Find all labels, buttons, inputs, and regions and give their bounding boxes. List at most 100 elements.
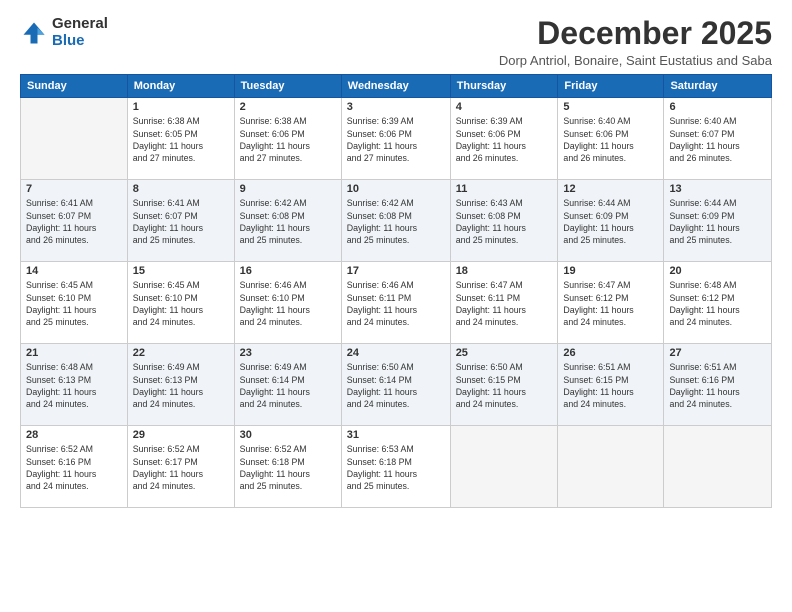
day-info: Sunrise: 6:38 AM Sunset: 6:06 PM Dayligh… <box>240 115 336 164</box>
location-subtitle: Dorp Antriol, Bonaire, Saint Eustatius a… <box>499 53 772 68</box>
day-number: 8 <box>133 183 229 195</box>
header-monday: Monday <box>127 75 234 98</box>
day-info: Sunrise: 6:44 AM Sunset: 6:09 PM Dayligh… <box>563 197 658 246</box>
day-number: 12 <box>563 183 658 195</box>
day-info: Sunrise: 6:40 AM Sunset: 6:07 PM Dayligh… <box>669 115 766 164</box>
table-row <box>558 426 664 508</box>
table-row <box>450 426 558 508</box>
logo-text: General Blue <box>52 16 108 49</box>
table-row: 9 Sunrise: 6:42 AM Sunset: 6:08 PM Daylig… <box>234 180 341 262</box>
day-number: 3 <box>347 101 445 113</box>
day-number: 26 <box>563 347 658 359</box>
day-number: 27 <box>669 347 766 359</box>
day-info: Sunrise: 6:52 AM Sunset: 6:16 PM Dayligh… <box>26 443 122 492</box>
header-tuesday: Tuesday <box>234 75 341 98</box>
table-row: 16Sunrise: 6:46 AM Sunset: 6:10 PM Dayli… <box>234 262 341 344</box>
header: General Blue December 2025 Dorp Antriol,… <box>20 16 772 68</box>
table-row: 12 Sunrise: 6:44 AM Sunset: 6:09 PM Dayli… <box>558 180 664 262</box>
day-number: 28 <box>26 429 122 441</box>
day-info: Sunrise: 6:46 AM Sunset: 6:10 PM Dayligh… <box>240 279 336 328</box>
day-info: Sunrise: 6:49 AM Sunset: 6:14 PM Dayligh… <box>240 361 336 410</box>
table-row: 13Sunrise: 6:44 AM Sunset: 6:09 PM Dayli… <box>664 180 772 262</box>
header-saturday: Saturday <box>664 75 772 98</box>
table-row: 2Sunrise: 6:38 AM Sunset: 6:06 PM Daylig… <box>234 98 341 180</box>
day-number: 7 <box>26 183 122 195</box>
table-row: 14 Sunrise: 6:45 AM Sunset: 6:10 PM Dayli… <box>21 262 128 344</box>
day-number: 6 <box>669 101 766 113</box>
table-row: 23Sunrise: 6:49 AM Sunset: 6:14 PM Dayli… <box>234 344 341 426</box>
day-number: 25 <box>456 347 553 359</box>
day-info: Sunrise: 6:48 AM Sunset: 6:13 PM Dayligh… <box>26 361 122 410</box>
day-info: Sunrise: 6:48 AM Sunset: 6:12 PM Dayligh… <box>669 279 766 328</box>
table-row: 17 Sunrise: 6:46 AM Sunset: 6:11 PM Dayli… <box>341 262 450 344</box>
calendar-week-row: 7 Sunrise: 6:41 AM Sunset: 6:07 PM Daylig… <box>21 180 772 262</box>
day-number: 9 <box>240 183 336 195</box>
calendar-table: Sunday Monday Tuesday Wednesday Thursday… <box>20 74 772 508</box>
header-wednesday: Wednesday <box>341 75 450 98</box>
day-info: Sunrise: 6:52 AM Sunset: 6:17 PM Dayligh… <box>133 443 229 492</box>
table-row <box>21 98 128 180</box>
day-number: 18 <box>456 265 553 277</box>
logo-blue-text: Blue <box>52 33 108 50</box>
page: General Blue December 2025 Dorp Antriol,… <box>0 0 792 612</box>
table-row: 7Sunrise: 6:41 AM Sunset: 6:07 PM Daylig… <box>21 180 128 262</box>
day-info: Sunrise: 6:45 AM Sunset: 6:10 PM Dayligh… <box>26 279 122 328</box>
day-number: 17 <box>347 265 445 277</box>
day-info: Sunrise: 6:53 AM Sunset: 6:18 PM Dayligh… <box>347 443 445 492</box>
day-number: 21 <box>26 347 122 359</box>
day-info: Sunrise: 6:43 AM Sunset: 6:08 PM Dayligh… <box>456 197 553 246</box>
table-row: 21 Sunrise: 6:48 AM Sunset: 6:13 PM Dayli… <box>21 344 128 426</box>
table-row: 28 Sunrise: 6:52 AM Sunset: 6:16 PM Dayli… <box>21 426 128 508</box>
header-friday: Friday <box>558 75 664 98</box>
day-info: Sunrise: 6:46 AM Sunset: 6:11 PM Dayligh… <box>347 279 445 328</box>
header-thursday: Thursday <box>450 75 558 98</box>
table-row: 22 Sunrise: 6:49 AM Sunset: 6:13 PM Dayli… <box>127 344 234 426</box>
table-row: 15Sunrise: 6:45 AM Sunset: 6:10 PM Dayli… <box>127 262 234 344</box>
day-info: Sunrise: 6:50 AM Sunset: 6:15 PM Dayligh… <box>456 361 553 410</box>
logo-general-text: General <box>52 16 108 33</box>
calendar-week-row: 21 Sunrise: 6:48 AM Sunset: 6:13 PM Dayli… <box>21 344 772 426</box>
table-row: 8 Sunrise: 6:41 AM Sunset: 6:07 PM Daylig… <box>127 180 234 262</box>
month-title: December 2025 <box>499 16 772 51</box>
table-row: 11 Sunrise: 6:43 AM Sunset: 6:08 PM Dayli… <box>450 180 558 262</box>
day-number: 5 <box>563 101 658 113</box>
day-info: Sunrise: 6:50 AM Sunset: 6:14 PM Dayligh… <box>347 361 445 410</box>
logo-icon <box>20 19 48 47</box>
day-number: 31 <box>347 429 445 441</box>
day-number: 22 <box>133 347 229 359</box>
title-block: December 2025 Dorp Antriol, Bonaire, Sai… <box>499 16 772 68</box>
header-sunday: Sunday <box>21 75 128 98</box>
day-info: Sunrise: 6:39 AM Sunset: 6:06 PM Dayligh… <box>456 115 553 164</box>
table-row: 18 Sunrise: 6:47 AM Sunset: 6:11 PM Dayli… <box>450 262 558 344</box>
table-row: 24 Sunrise: 6:50 AM Sunset: 6:14 PM Dayli… <box>341 344 450 426</box>
day-number: 11 <box>456 183 553 195</box>
day-info: Sunrise: 6:41 AM Sunset: 6:07 PM Dayligh… <box>133 197 229 246</box>
day-info: Sunrise: 6:47 AM Sunset: 6:12 PM Dayligh… <box>563 279 658 328</box>
logo: General Blue <box>20 16 108 49</box>
day-info: Sunrise: 6:42 AM Sunset: 6:08 PM Dayligh… <box>347 197 445 246</box>
day-number: 1 <box>133 101 229 113</box>
day-info: Sunrise: 6:47 AM Sunset: 6:11 PM Dayligh… <box>456 279 553 328</box>
day-number: 14 <box>26 265 122 277</box>
table-row: 10 Sunrise: 6:42 AM Sunset: 6:08 PM Dayli… <box>341 180 450 262</box>
day-info: Sunrise: 6:42 AM Sunset: 6:08 PM Dayligh… <box>240 197 336 246</box>
day-info: Sunrise: 6:51 AM Sunset: 6:16 PM Dayligh… <box>669 361 766 410</box>
table-row: 25 Sunrise: 6:50 AM Sunset: 6:15 PM Dayli… <box>450 344 558 426</box>
calendar-week-row: 1Sunrise: 6:38 AM Sunset: 6:05 PM Daylig… <box>21 98 772 180</box>
calendar-week-row: 28 Sunrise: 6:52 AM Sunset: 6:16 PM Dayli… <box>21 426 772 508</box>
day-info: Sunrise: 6:49 AM Sunset: 6:13 PM Dayligh… <box>133 361 229 410</box>
day-number: 10 <box>347 183 445 195</box>
day-number: 24 <box>347 347 445 359</box>
table-row: 6 Sunrise: 6:40 AM Sunset: 6:07 PM Daylig… <box>664 98 772 180</box>
day-info: Sunrise: 6:52 AM Sunset: 6:18 PM Dayligh… <box>240 443 336 492</box>
table-row: 29Sunrise: 6:52 AM Sunset: 6:17 PM Dayli… <box>127 426 234 508</box>
table-row: 31 Sunrise: 6:53 AM Sunset: 6:18 PM Dayli… <box>341 426 450 508</box>
day-number: 19 <box>563 265 658 277</box>
day-number: 15 <box>133 265 229 277</box>
table-row: 19 Sunrise: 6:47 AM Sunset: 6:12 PM Dayli… <box>558 262 664 344</box>
day-number: 13 <box>669 183 766 195</box>
table-row: 1Sunrise: 6:38 AM Sunset: 6:05 PM Daylig… <box>127 98 234 180</box>
table-row: 4Sunrise: 6:39 AM Sunset: 6:06 PM Daylig… <box>450 98 558 180</box>
calendar-header-row: Sunday Monday Tuesday Wednesday Thursday… <box>21 75 772 98</box>
table-row: 26Sunrise: 6:51 AM Sunset: 6:15 PM Dayli… <box>558 344 664 426</box>
